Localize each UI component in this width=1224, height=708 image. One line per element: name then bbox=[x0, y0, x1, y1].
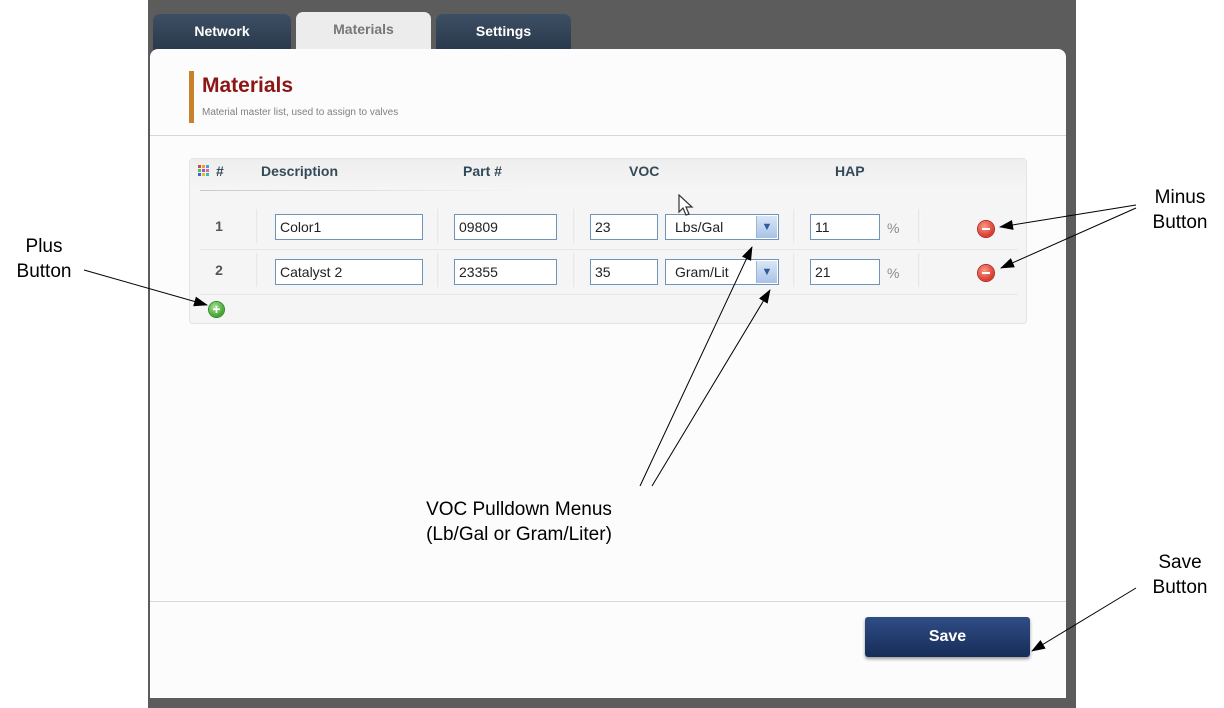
arrow-save bbox=[1031, 587, 1137, 652]
arrow-voc-2 bbox=[651, 289, 771, 487]
callout-arrows bbox=[83, 204, 1137, 652]
arrow-voc-1 bbox=[639, 246, 753, 487]
arrow-minus-2 bbox=[1000, 207, 1137, 269]
arrow-minus-1 bbox=[999, 204, 1137, 230]
arrow-plus bbox=[83, 269, 208, 307]
